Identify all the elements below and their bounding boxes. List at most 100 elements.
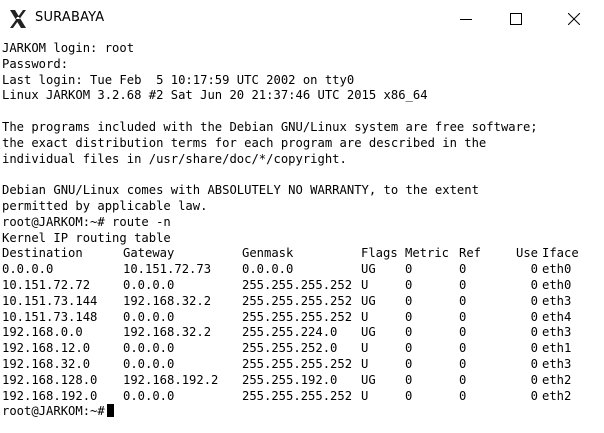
cell-iface: eth2 — [542, 372, 572, 387]
cell-metric: 0 — [405, 262, 413, 277]
cell-iface: eth2 — [542, 388, 572, 403]
cell-genmask: 0.0.0.0 — [242, 262, 294, 277]
cell-use: 0 — [530, 262, 538, 277]
cell-ref: 0 — [459, 388, 467, 403]
cell-flags: UG — [361, 262, 376, 277]
login-line: JARKOM login: root — [2, 41, 135, 55]
cell-iface: eth0 — [542, 277, 572, 292]
cell-use: 0 — [530, 388, 538, 403]
cell-flags: U — [361, 388, 369, 403]
cell-flags: U — [361, 341, 369, 356]
warranty-line: permitted by applicable law. — [2, 198, 208, 213]
cell-iface: eth1 — [542, 341, 572, 356]
cell-gateway: 0.0.0.0 — [123, 341, 175, 356]
warranty-line: Debian GNU/Linux comes with ABSOLUTELY N… — [2, 183, 479, 198]
cell-genmask: 255.255.224.0 — [242, 325, 338, 340]
cell-use: 0 — [530, 341, 538, 356]
close-icon — [568, 13, 580, 25]
header-gateway: Gateway — [123, 246, 175, 261]
cell-metric: 0 — [405, 372, 413, 387]
cell-ref: 0 — [459, 293, 467, 308]
motd-line: the exact distribution terms for each pr… — [2, 135, 487, 150]
cell-metric: 0 — [405, 277, 413, 292]
table-row: 192.168.32.0 0.0.0.0 255.255.255.252 U 0 0 0 et… — [2, 357, 602, 373]
cell-gateway: 192.168.192.2 — [123, 372, 219, 387]
cell-destination: 192.168.32.0 — [2, 356, 91, 371]
terminal-output[interactable]: JARKOM login: root Password: Last login:… — [2, 41, 602, 433]
motd-line: The programs included with the Debian GN… — [2, 119, 538, 134]
header-use: Use — [515, 246, 538, 261]
cell-flags: U — [361, 309, 369, 324]
cell-gateway: 192.168.32.2 — [123, 293, 212, 308]
routing-table-rows: 0.0.0.0 10.151.72.73 0.0.0.0 UG 0 0 0 eth0 10.15… — [2, 262, 602, 404]
minimize-icon — [460, 19, 472, 20]
cell-ref: 0 — [459, 262, 467, 277]
shell-prompt: root@JARKOM:~# — [2, 404, 105, 419]
cell-iface: eth0 — [542, 262, 572, 277]
cell-genmask: 255.255.255.252 — [242, 309, 353, 324]
cell-genmask: 255.255.255.252 — [242, 277, 353, 292]
window-titlebar[interactable]: SURABAYA — [0, 0, 604, 38]
cell-genmask: 255.255.255.252 — [242, 388, 353, 403]
cell-metric: 0 — [405, 356, 413, 371]
table-row: 10.151.73.148 0.0.0.0 255.255.255.252 U 0 0 0 e… — [2, 310, 602, 326]
cell-gateway: 192.168.32.2 — [123, 325, 212, 340]
table-row: 192.168.12.0 0.0.0.0 255.255.252.0 U 0 0 0 eth1 — [2, 341, 602, 357]
cell-flags: U — [361, 356, 369, 371]
header-flags: Flags — [361, 246, 398, 261]
cell-metric: 0 — [405, 388, 413, 403]
routing-table-title: Kernel IP routing table — [2, 230, 171, 245]
table-row: 10.151.73.144 192.168.32.2 255.255.255.252… — [2, 294, 602, 310]
command-line: root@JARKOM:~# route -n — [2, 214, 171, 229]
table-row: 192.168.0.0 192.168.32.2 255.255.224.0 UG 0 0… — [2, 325, 602, 341]
maximize-icon — [510, 13, 522, 25]
password-line: Password: — [2, 56, 69, 71]
cell-iface: eth3 — [542, 293, 572, 308]
cell-metric: 0 — [405, 325, 413, 340]
cell-iface: eth3 — [542, 356, 572, 371]
cell-ref: 0 — [459, 356, 467, 371]
maximize-button[interactable] — [493, 0, 539, 38]
cell-ref: 0 — [459, 309, 467, 324]
cell-destination: 192.168.12.0 — [2, 341, 91, 356]
cell-destination: 192.168.128.0 — [2, 372, 98, 387]
cell-gateway: 0.0.0.0 — [123, 309, 175, 324]
terminal-cursor — [106, 404, 114, 418]
cell-metric: 0 — [405, 341, 413, 356]
cell-genmask: 255.255.252.0 — [242, 341, 338, 356]
header-destination: Destination — [2, 246, 83, 261]
prompt-line: root@JARKOM:~# — [2, 404, 602, 420]
cell-ref: 0 — [459, 325, 467, 340]
cell-iface: eth3 — [542, 325, 572, 340]
cell-flags: UG — [361, 372, 376, 387]
cell-use: 0 — [530, 356, 538, 371]
minimize-button[interactable] — [443, 0, 489, 38]
cell-destination: 192.168.0.0 — [2, 325, 83, 340]
cell-use: 0 — [530, 372, 538, 387]
cell-gateway: 10.151.72.73 — [123, 262, 212, 277]
table-row: 0.0.0.0 10.151.72.73 0.0.0.0 UG 0 0 0 eth0 — [2, 262, 602, 278]
last-login-line: Last login: Tue Feb 5 10:17:59 UTC 2002 … — [2, 72, 355, 87]
cell-iface: eth4 — [542, 309, 572, 324]
window-title: SURABAYA — [35, 10, 105, 25]
x-window-system-icon — [8, 9, 28, 29]
cell-genmask: 255.255.255.252 — [242, 356, 353, 371]
cell-flags: U — [361, 277, 369, 292]
cell-ref: 0 — [459, 277, 467, 292]
cell-destination: 10.151.73.148 — [2, 309, 98, 324]
header-iface: Iface — [542, 246, 579, 261]
close-button[interactable] — [551, 0, 597, 38]
table-row: 192.168.128.0 192.168.192.2 255.255.192.0 U… — [2, 373, 602, 389]
cell-gateway: 0.0.0.0 — [123, 388, 175, 403]
motd-line: individual files in /usr/share/doc/*/cop… — [2, 151, 347, 166]
cell-destination: 192.168.192.0 — [2, 388, 98, 403]
cell-genmask: 255.255.192.0 — [242, 372, 338, 387]
cell-ref: 0 — [459, 341, 467, 356]
cell-flags: UG — [361, 325, 376, 340]
cell-destination: 10.151.72.72 — [2, 277, 91, 292]
table-row: 192.168.192.0 0.0.0.0 255.255.255.252 U 0 0 0 e… — [2, 389, 602, 405]
cell-use: 0 — [530, 309, 538, 324]
cell-flags: UG — [361, 293, 376, 308]
